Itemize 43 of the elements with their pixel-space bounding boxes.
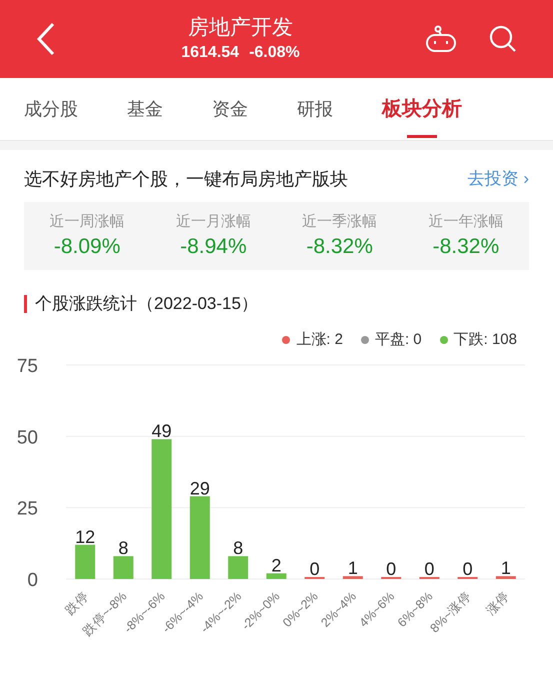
bar-value-label: 0 [386,559,396,579]
index-change: -6.08% [249,43,300,63]
section-title: 个股涨跌统计（2022-03-15） [35,293,258,316]
back-icon[interactable] [36,22,56,56]
tab[interactable]: 基金 [127,78,163,140]
bar-value-label: 8 [233,538,244,558]
tab[interactable]: 板块分析 [382,78,462,140]
stat-label: 近一年涨幅 [428,212,504,232]
promo-text: 选不好房地产个股，一键布局房地产版块 [24,168,348,190]
legend-label: 平盘: 0 [374,330,422,350]
bar-value-label: 12 [75,526,96,547]
stat-label: 近一周涨幅 [50,212,125,232]
search-icon[interactable] [489,25,517,53]
bar-value-label: 29 [190,478,210,498]
y-tick-label: 0 [27,570,38,591]
bar-value-label: 49 [152,421,172,442]
stat-value: -8.94% [180,234,247,260]
stat-value: -8.32% [306,234,373,260]
stat-label: 近一月涨幅 [176,212,251,232]
tab[interactable]: 资金 [212,78,248,140]
stat-label: 近一季涨幅 [302,212,378,232]
bar-value-label: 8 [118,538,128,558]
stat-value: -8.32% [432,234,500,260]
tab[interactable]: 研报 [297,78,333,140]
bar-value-label: 2 [271,555,282,576]
x-axis-label: 涨停 [484,589,512,618]
bar-value-label: 1 [348,558,358,578]
bar-value-label: 0 [462,559,473,579]
index-price: 1614.54 [181,43,240,63]
y-tick-label: 25 [16,498,38,520]
legend-label: 下跌: 108 [454,330,517,350]
tab[interactable]: 成分股 [24,78,78,140]
page-title: 房地产开发 [188,15,293,41]
bar-value-label: 0 [424,559,434,579]
bar-value-label: 1 [500,558,511,578]
y-tick-label: 75 [16,356,38,377]
section-marker [24,295,27,313]
stat-value: -8.09% [54,234,120,260]
bar-value-label: 0 [310,559,320,579]
robot-icon[interactable] [425,25,457,53]
y-tick-label: 50 [16,427,38,448]
legend-label: 上涨: 2 [296,330,343,350]
x-axis-label: 跌停 [62,589,92,618]
